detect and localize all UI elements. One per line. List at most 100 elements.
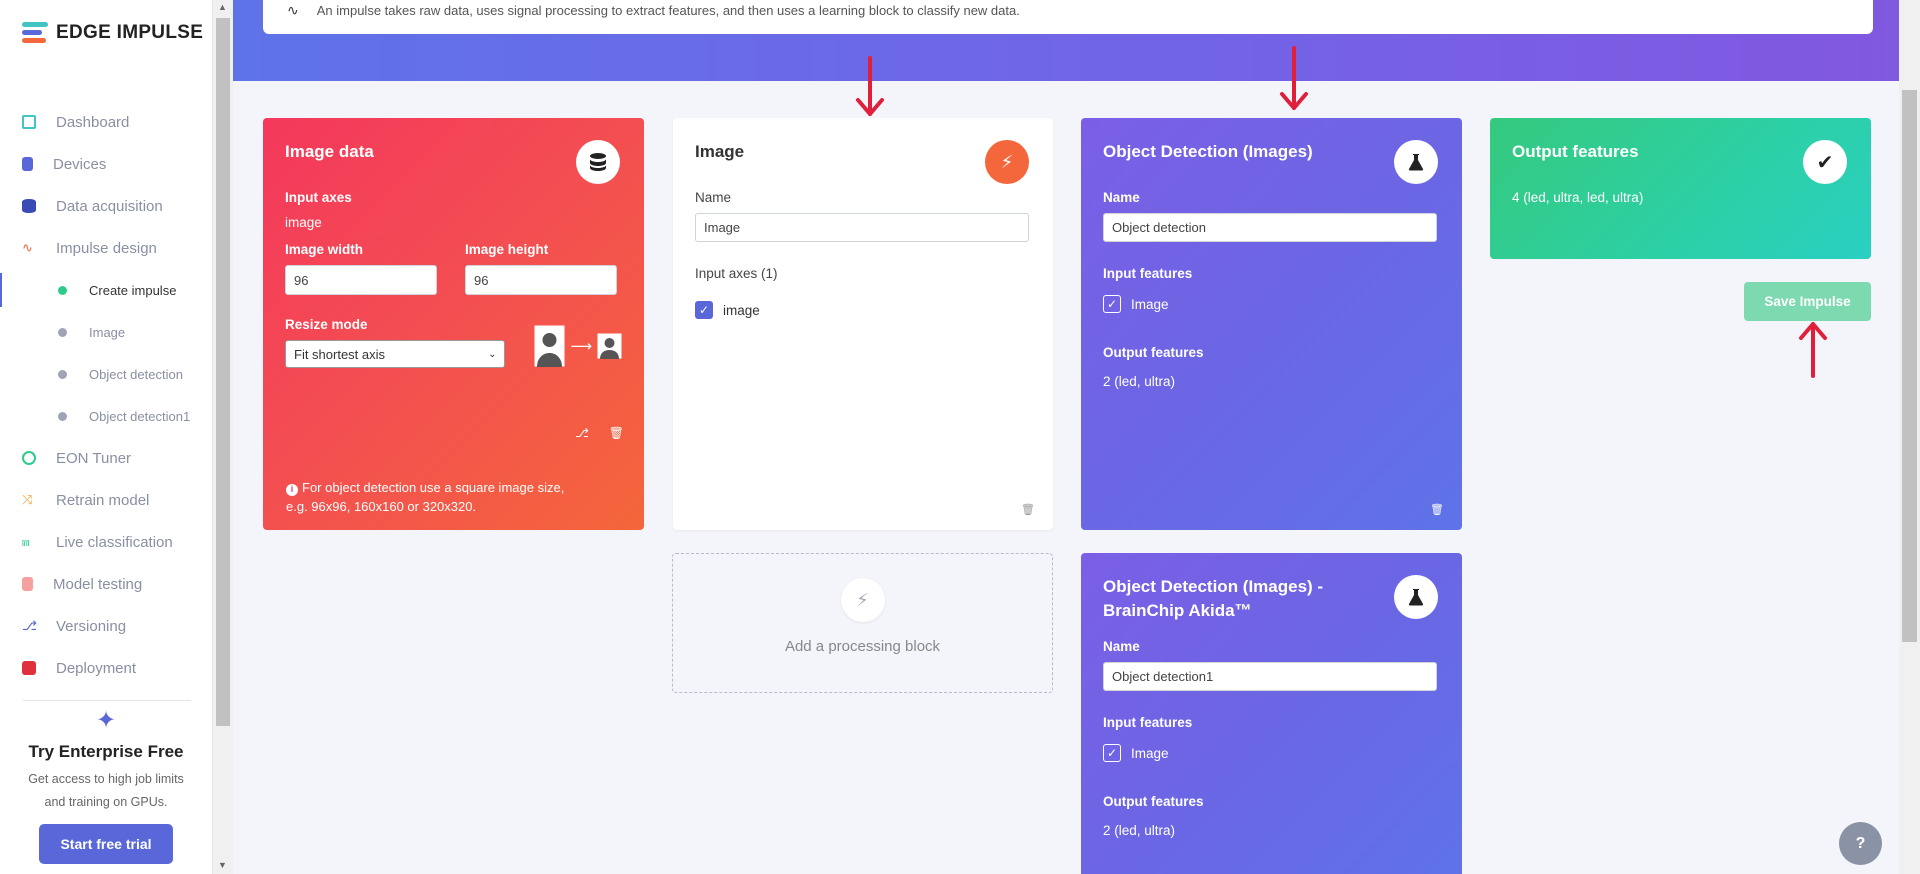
resize-mode-value: Fit shortest axis: [294, 346, 386, 362]
name-label: Name: [1103, 639, 1140, 654]
help-button[interactable]: ?: [1839, 822, 1882, 865]
feature-checkbox[interactable]: ✓: [1103, 744, 1121, 762]
flask-icon: [1394, 140, 1438, 184]
sidebar-item-dashboard[interactable]: Dashboard: [0, 101, 212, 143]
sidebar-divider: [23, 700, 191, 701]
card-title: Image data: [285, 142, 374, 161]
input-axes-label: Input axes: [285, 190, 352, 205]
brand-name: EDGE IMPULSE: [56, 22, 204, 43]
shuffle-icon: ⤨: [22, 492, 33, 507]
trash-icon[interactable]: 🗑︎: [1430, 503, 1444, 516]
sidebar-item-label: Versioning: [56, 617, 127, 635]
sidebar-subitem-object-detection1[interactable]: Object detection1: [0, 395, 212, 437]
sidebar-item-label: Retrain model: [56, 491, 150, 509]
flask-icon: [1394, 575, 1438, 619]
output-features-label: Output features: [1103, 345, 1204, 360]
feature-checkbox[interactable]: ✓: [1103, 295, 1121, 313]
sidebar-item-retrain-model[interactable]: ⤨ Retrain model: [0, 479, 212, 521]
axis-checkbox[interactable]: ✓: [695, 301, 713, 319]
sidebar-item-live-classification[interactable]: ⩎ Live classification: [0, 521, 212, 563]
card-title: Object Detection (Images) - BrainChip Ak…: [1103, 575, 1440, 623]
save-impulse-button[interactable]: Save Impulse: [1744, 282, 1871, 321]
red-arrow-down-icon: [856, 56, 884, 116]
sidebar-item-label: Model testing: [53, 575, 143, 593]
sidebar-item-eon-tuner[interactable]: EON Tuner: [0, 437, 212, 479]
input-features-label: Input features: [1103, 266, 1193, 281]
sidebar-subitem-label: Image: [89, 324, 126, 340]
feature-label: Image: [1131, 296, 1169, 312]
info-icon: i: [286, 483, 298, 496]
status-dot-icon: [58, 411, 67, 421]
scrollbar-thumb[interactable]: [216, 18, 230, 726]
sidebar-item-label: Data acquisition: [56, 197, 163, 215]
add-processing-block-label: Add a processing block: [784, 638, 941, 655]
learning-name-input[interactable]: Object detection: [1103, 213, 1437, 242]
sidebar-item-deployment[interactable]: Deployment: [0, 647, 212, 689]
database-icon: [22, 199, 36, 213]
add-processing-block-button[interactable]: ⚡︎ Add a processing block: [672, 553, 1053, 693]
resize-mode-select[interactable]: Fit shortest axis ⌄: [285, 340, 506, 368]
card-title-line: Object Detection (Images) -: [1103, 577, 1324, 596]
output-features-label: Output features: [1103, 794, 1204, 809]
start-free-trial-button[interactable]: Start free trial: [39, 824, 173, 864]
box-icon: [22, 661, 36, 675]
image-height-input[interactable]: 96: [465, 265, 617, 295]
sidebar-item-label: Dashboard: [56, 113, 130, 131]
sidebar-subitem-label: Object detection: [89, 366, 183, 382]
red-arrow-down-icon: [1280, 46, 1308, 110]
learning-block-card-akida: Object Detection (Images) - BrainChip Ak…: [1081, 553, 1462, 874]
image-width-input[interactable]: 96: [285, 265, 437, 295]
lightning-icon: ⚡︎: [985, 140, 1029, 184]
checkmark-icon: ✔︎: [1803, 140, 1847, 184]
sidebar-subitem-label: Create impulse: [89, 282, 177, 298]
promo-text: Get access to high job limits and traini…: [0, 768, 212, 814]
scrollbar-thumb[interactable]: [1902, 90, 1917, 642]
input-axes-label: Input axes (1): [695, 266, 778, 281]
red-arrow-up-icon: [1799, 322, 1827, 378]
note-text: e.g. 96x96, 160x160 or 320x320.: [286, 499, 477, 514]
learning-name-input[interactable]: Object detection1: [1103, 662, 1437, 691]
input-features-label: Input features: [1103, 715, 1193, 730]
sidebar-subitem-create-impulse[interactable]: Create impulse: [0, 269, 212, 311]
feature-label: Image: [1131, 745, 1169, 761]
image-width-label: Image width: [285, 242, 364, 257]
main-scrollbar[interactable]: [1899, 0, 1920, 874]
note-text: For object detection use a square image …: [302, 480, 565, 495]
input-block-card: Image data Input axes image Image width …: [263, 118, 644, 530]
processing-block-card: Image ⚡︎ Name Image Input axes (1) ✓ ima…: [673, 118, 1053, 530]
sidebar-item-data-acquisition[interactable]: Data acquisition: [0, 185, 212, 227]
pulse-icon: ∿: [22, 240, 33, 255]
trash-icon[interactable]: 🗑︎: [609, 426, 624, 440]
network-icon: ⩎: [22, 534, 30, 549]
sidebar-item-versioning[interactable]: ⎇ Versioning: [0, 605, 212, 647]
card-title-line: BrainChip Akida™: [1103, 601, 1252, 620]
sidebar-item-devices[interactable]: Devices: [0, 143, 212, 185]
status-dot-icon: [58, 369, 67, 379]
sidebar-item-model-testing[interactable]: Model testing: [0, 563, 212, 605]
sidebar-subitem-object-detection[interactable]: Object detection: [0, 353, 212, 395]
trash-icon[interactable]: 🗑︎: [1021, 503, 1035, 516]
sidebar-item-label: Devices: [53, 155, 107, 173]
branch-icon[interactable]: ⎇: [575, 426, 589, 440]
edge-impulse-logo[interactable]: EDGE IMPULSE: [22, 22, 203, 44]
impulse-info-box: ∿ An impulse takes raw data, uses signal…: [263, 0, 1873, 34]
processing-name-input[interactable]: Image: [695, 213, 1029, 242]
sidebar-item-label: EON Tuner: [56, 449, 132, 467]
sidebar-subitem-label: Object detection1: [89, 408, 191, 424]
status-dot-icon: [58, 285, 67, 295]
clipboard-icon: [22, 577, 33, 591]
pulse-icon: ∿: [287, 1, 299, 18]
sidebar-scrollbar[interactable]: ▲ ▼: [213, 0, 233, 874]
lightning-icon: ⚡︎: [840, 578, 885, 622]
scroll-up-icon[interactable]: ▲: [218, 2, 227, 12]
output-block-card: Output features ✔︎ 4 (led, ultra, led, u…: [1490, 118, 1871, 259]
card-title: Image: [695, 142, 745, 161]
sidebar: EDGE IMPULSE Dashboard Devices Data acqu…: [0, 0, 213, 874]
output-features-value: 2 (led, ultra): [1103, 823, 1176, 838]
sidebar-subitem-image[interactable]: Image: [0, 311, 212, 353]
name-label: Name: [1103, 190, 1140, 205]
card-title: Object Detection (Images): [1103, 142, 1313, 161]
card-title: Output features: [1512, 142, 1639, 161]
sidebar-item-impulse-design[interactable]: ∿ Impulse design: [0, 227, 212, 269]
scroll-down-icon[interactable]: ▼: [218, 860, 227, 870]
